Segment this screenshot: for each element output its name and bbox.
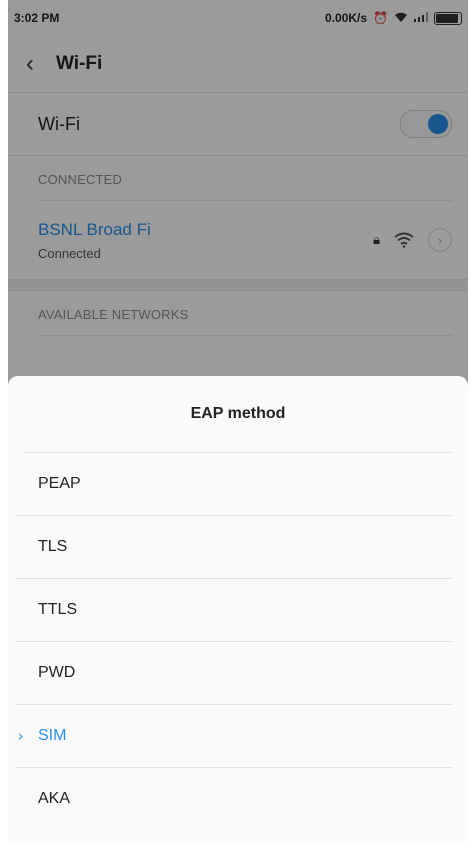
eap-method-dialog: EAP method PEAP TLS TTLS PWD › SIM AKA <box>8 376 468 841</box>
option-label: AKA <box>38 790 71 807</box>
option-label: TTLS <box>38 601 78 618</box>
option-label: PWD <box>38 664 76 681</box>
option-label: PEAP <box>38 475 81 492</box>
dialog-title: EAP method <box>24 376 452 453</box>
option-ttls[interactable]: TTLS <box>16 579 452 642</box>
option-list: PEAP TLS TTLS PWD › SIM AKA <box>8 453 468 830</box>
option-pwd[interactable]: PWD <box>16 642 452 705</box>
option-aka[interactable]: AKA <box>16 768 452 830</box>
settings-screen: 3:02 PM 0.00K/s ⏰ ‹ Wi-Fi Wi-Fi CONNECTE… <box>8 0 468 841</box>
option-peap[interactable]: PEAP <box>16 453 452 516</box>
option-sim[interactable]: › SIM <box>16 705 452 768</box>
option-tls[interactable]: TLS <box>16 516 452 579</box>
chevron-right-icon: › <box>18 727 23 745</box>
option-label: TLS <box>38 538 68 555</box>
option-label: SIM <box>38 727 67 744</box>
